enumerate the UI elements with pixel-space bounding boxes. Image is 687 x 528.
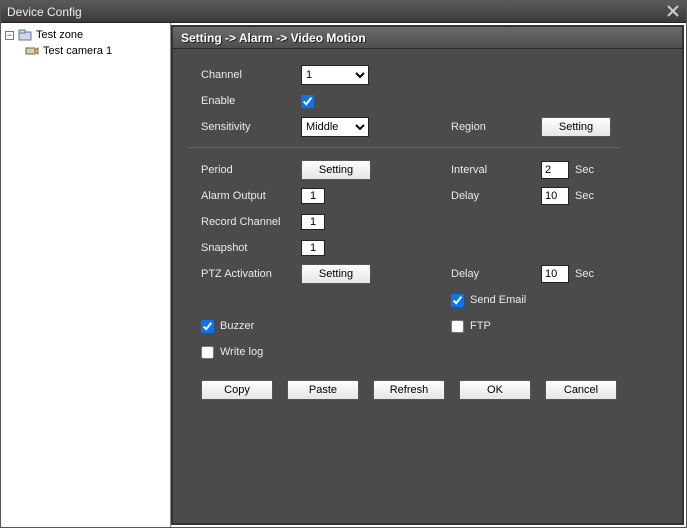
breadcrumb: Setting -> Alarm -> Video Motion: [173, 27, 682, 49]
snapshot-value[interactable]: 1: [301, 240, 325, 256]
camera-icon: [25, 45, 39, 57]
unit-sec-3: Sec: [575, 268, 594, 280]
device-config-window: Device Config − Test zone Test camera 1 …: [0, 0, 687, 528]
main-panel: Setting -> Alarm -> Video Motion Channel…: [171, 25, 684, 525]
write-log-checkbox[interactable]: [201, 346, 214, 359]
label-record-channel: Record Channel: [201, 216, 301, 228]
refresh-button[interactable]: Refresh: [373, 380, 445, 400]
ok-button[interactable]: OK: [459, 380, 531, 400]
sensitivity-select[interactable]: Middle: [301, 117, 369, 137]
label-delay-alarm: Delay: [451, 190, 541, 202]
device-tree: − Test zone Test camera 1: [1, 23, 171, 527]
ptz-setting-button[interactable]: Setting: [301, 264, 371, 284]
label-write-log: Write log: [220, 346, 263, 358]
buzzer-checkbox[interactable]: [201, 320, 214, 333]
unit-sec-1: Sec: [575, 164, 594, 176]
label-region: Region: [451, 121, 541, 133]
label-send-email: Send Email: [470, 294, 526, 306]
titlebar: Device Config: [1, 1, 686, 23]
tree-child-label: Test camera 1: [43, 45, 112, 57]
interval-input[interactable]: [541, 161, 569, 179]
period-setting-button[interactable]: Setting: [301, 160, 371, 180]
close-icon[interactable]: [664, 3, 682, 19]
label-ptz-activation: PTZ Activation: [201, 268, 301, 280]
enable-checkbox[interactable]: [301, 95, 314, 108]
label-interval: Interval: [451, 164, 541, 176]
unit-sec-2: Sec: [575, 190, 594, 202]
label-sensitivity: Sensitivity: [201, 121, 301, 133]
zone-icon: [18, 29, 32, 41]
tree-child-item[interactable]: Test camera 1: [3, 43, 168, 59]
label-snapshot: Snapshot: [201, 242, 301, 254]
alarm-output-value[interactable]: 1: [301, 188, 325, 204]
label-enable: Enable: [201, 95, 301, 107]
send-email-checkbox[interactable]: [451, 294, 464, 307]
window-title: Device Config: [7, 5, 82, 19]
alarm-delay-input[interactable]: [541, 187, 569, 205]
label-ftp: FTP: [470, 320, 491, 332]
divider-1: [189, 147, 619, 148]
label-buzzer: Buzzer: [220, 320, 254, 332]
paste-button[interactable]: Paste: [287, 380, 359, 400]
channel-select[interactable]: 1: [301, 65, 369, 85]
region-setting-button[interactable]: Setting: [541, 117, 611, 137]
label-delay-ptz: Delay: [451, 268, 541, 280]
record-channel-value[interactable]: 1: [301, 214, 325, 230]
tree-root-item[interactable]: − Test zone: [3, 27, 168, 43]
label-period: Period: [201, 164, 301, 176]
ftp-checkbox[interactable]: [451, 320, 464, 333]
button-bar: Copy Paste Refresh OK Cancel: [201, 380, 672, 400]
cancel-button[interactable]: Cancel: [545, 380, 617, 400]
tree-root-label: Test zone: [36, 29, 83, 41]
tree-collapse-icon[interactable]: −: [5, 31, 14, 40]
copy-button[interactable]: Copy: [201, 380, 273, 400]
ptz-delay-input[interactable]: [541, 265, 569, 283]
label-channel: Channel: [201, 69, 301, 81]
label-alarm-output: Alarm Output: [201, 190, 301, 202]
